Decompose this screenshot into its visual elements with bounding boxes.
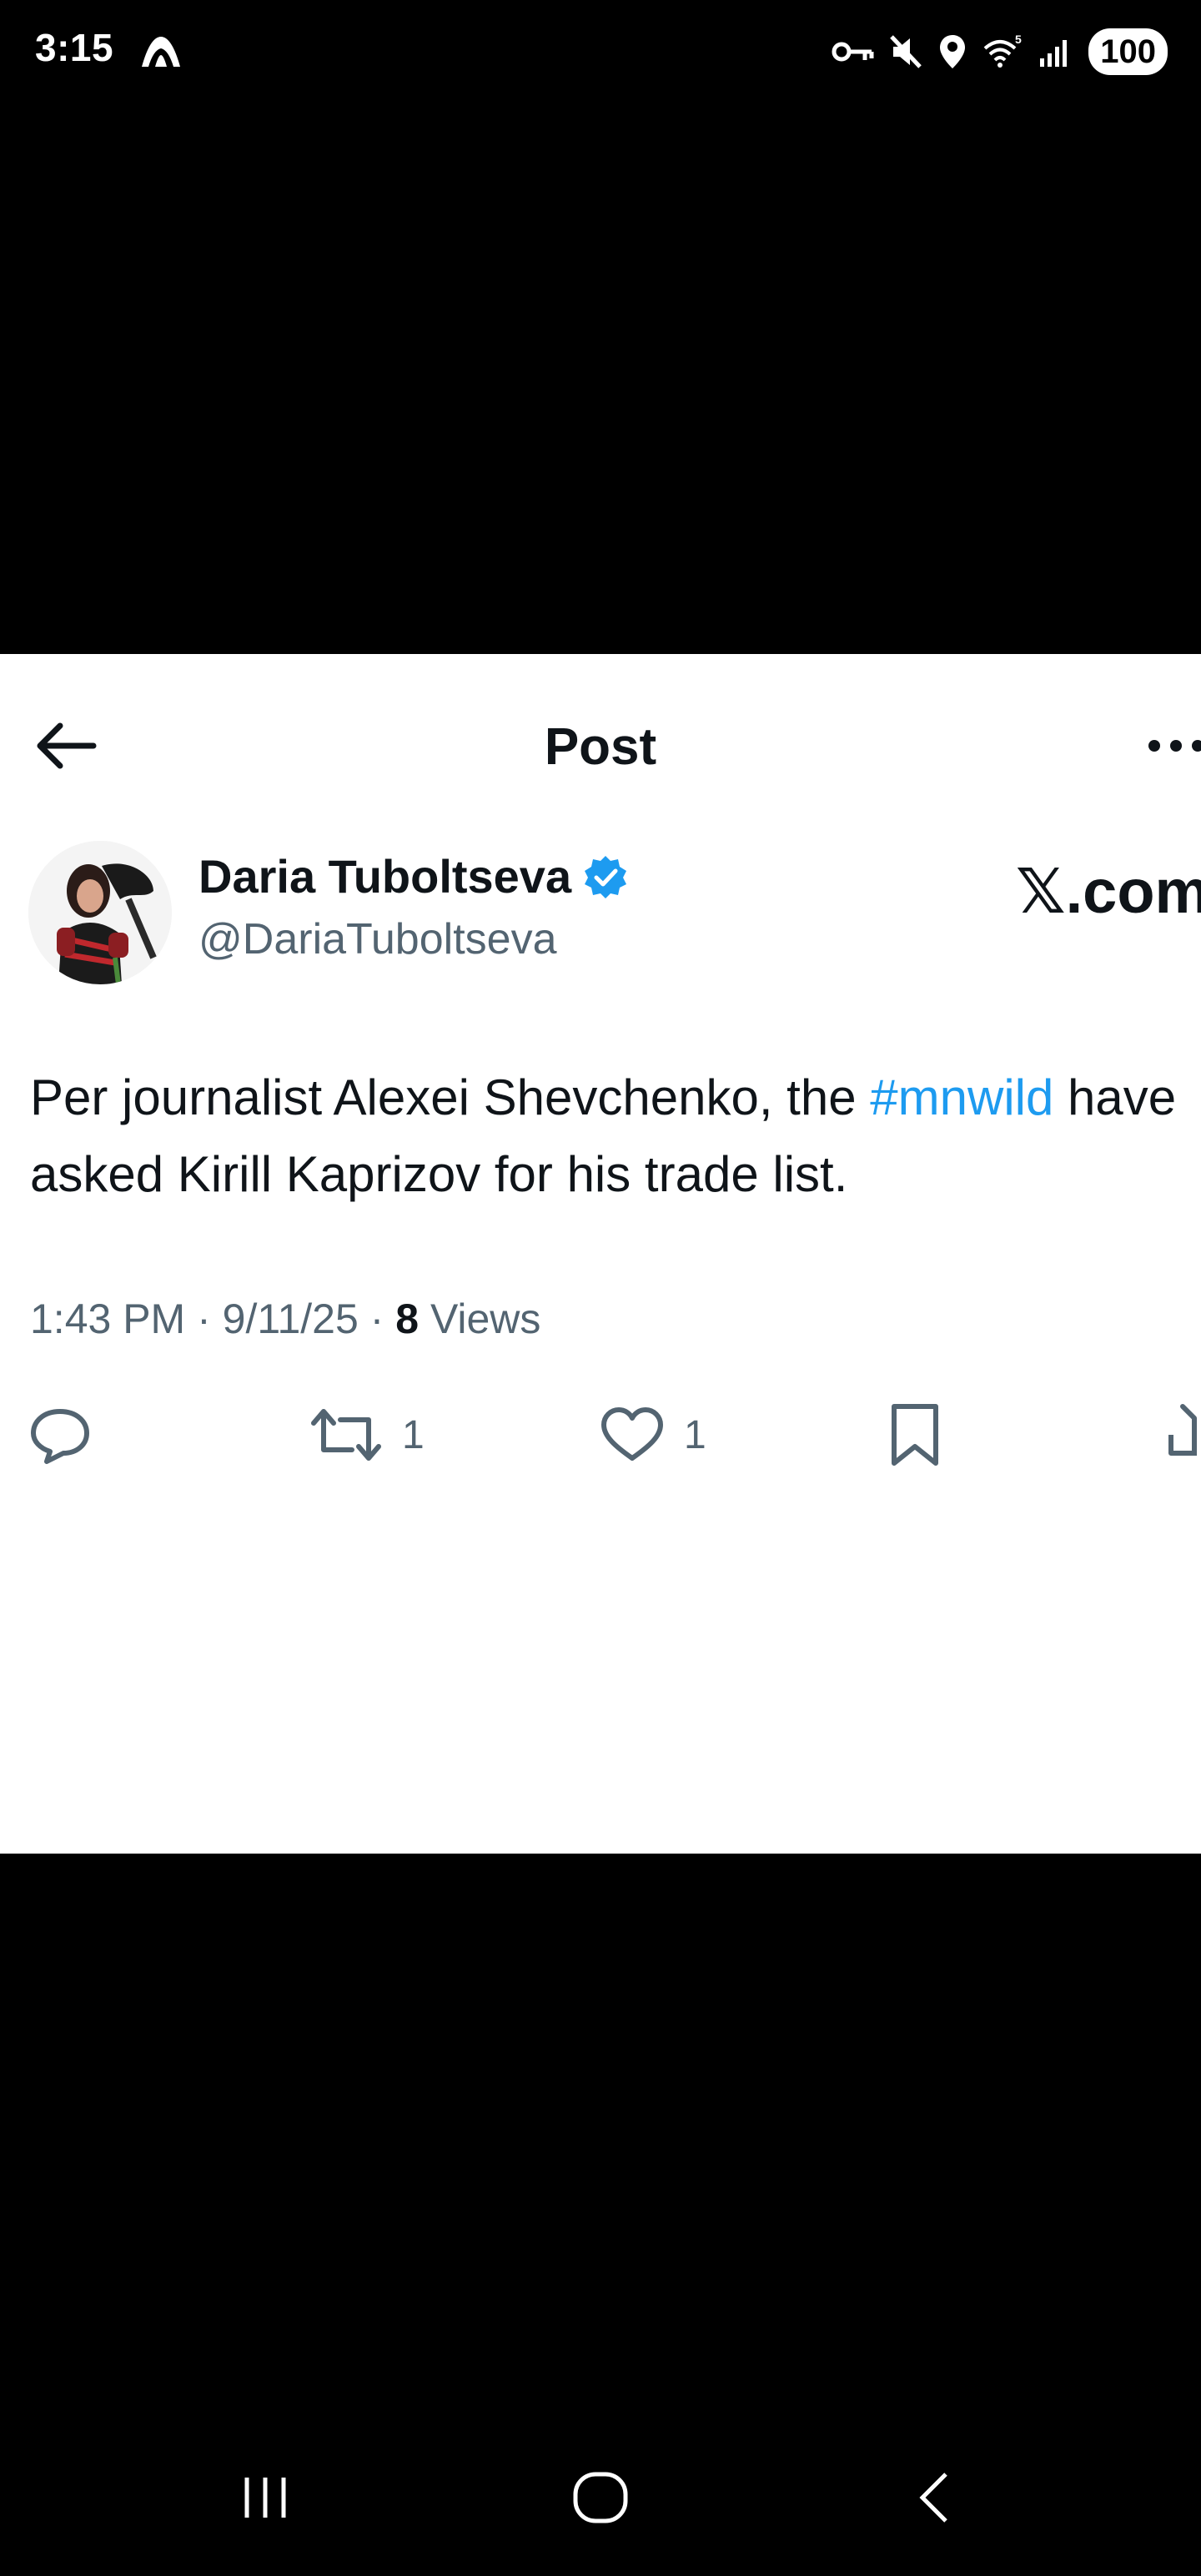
verified-badge-icon xyxy=(585,855,627,898)
back-nav-icon xyxy=(919,2473,947,2523)
mute-icon xyxy=(890,35,922,68)
recent-apps-button[interactable] xyxy=(237,2469,294,2530)
share-icon xyxy=(1168,1404,1197,1456)
post-card xyxy=(0,654,1201,1854)
tweet-text-start: Per journalist Alexei Shevchenko, the xyxy=(30,1069,871,1125)
signal-icon xyxy=(1040,40,1068,67)
avatar[interactable] xyxy=(28,841,172,984)
status-icons: 5 100 xyxy=(832,25,1168,78)
status-time: 3:15 xyxy=(35,26,114,69)
retweet-icon xyxy=(311,1409,381,1461)
like-button[interactable]: 1 xyxy=(599,1401,706,1468)
home-button[interactable] xyxy=(569,2469,632,2530)
bookmark-button[interactable] xyxy=(886,1401,944,1468)
author-name[interactable]: Daria Tuboltseva xyxy=(198,849,571,903)
like-count: 1 xyxy=(684,1412,706,1457)
more-options-button[interactable] xyxy=(1144,727,1201,764)
reply-button[interactable] xyxy=(27,1401,93,1468)
author-handle[interactable]: @DariaTuboltseva xyxy=(198,914,556,964)
bookmark-icon xyxy=(892,1404,938,1466)
wifi-icon: 5 xyxy=(983,33,1022,68)
author-row: Daria Tuboltseva xyxy=(198,849,628,903)
recent-apps-icon xyxy=(244,2478,286,2518)
avatar-image xyxy=(28,841,172,984)
x-watermark: 𝕏.com xyxy=(1016,857,1201,926)
retweet-button[interactable]: 1 xyxy=(309,1401,425,1468)
svg-text:5: 5 xyxy=(1015,33,1022,46)
tweet-meta: 1:43 PM · 9/11/25 · 8 Views xyxy=(30,1295,540,1343)
views-count: 8 xyxy=(395,1296,420,1342)
meta-separator: · xyxy=(185,1296,223,1342)
app-icon xyxy=(138,33,183,74)
reply-icon xyxy=(31,1409,89,1464)
heart-icon xyxy=(601,1407,663,1461)
meta-separator: · xyxy=(358,1296,396,1342)
back-nav-button[interactable] xyxy=(909,2469,959,2530)
retweet-count: 1 xyxy=(402,1412,425,1457)
vpn-key-icon xyxy=(832,42,874,62)
tweet-text: Per journalist Alexei Shevchenko, the #m… xyxy=(30,1059,1198,1213)
views-label: Views xyxy=(430,1296,541,1342)
share-button[interactable] xyxy=(1164,1401,1201,1468)
hashtag-link[interactable]: #mnwild xyxy=(870,1069,1053,1125)
home-icon xyxy=(573,2472,628,2523)
location-icon xyxy=(940,35,966,68)
page-title: Post xyxy=(544,718,657,776)
more-dots-icon xyxy=(1148,740,1201,752)
tweet-time: 1:43 PM xyxy=(30,1296,186,1342)
battery-indicator: 100 xyxy=(1088,28,1168,75)
tweet-date: 9/11/25 xyxy=(222,1296,359,1342)
